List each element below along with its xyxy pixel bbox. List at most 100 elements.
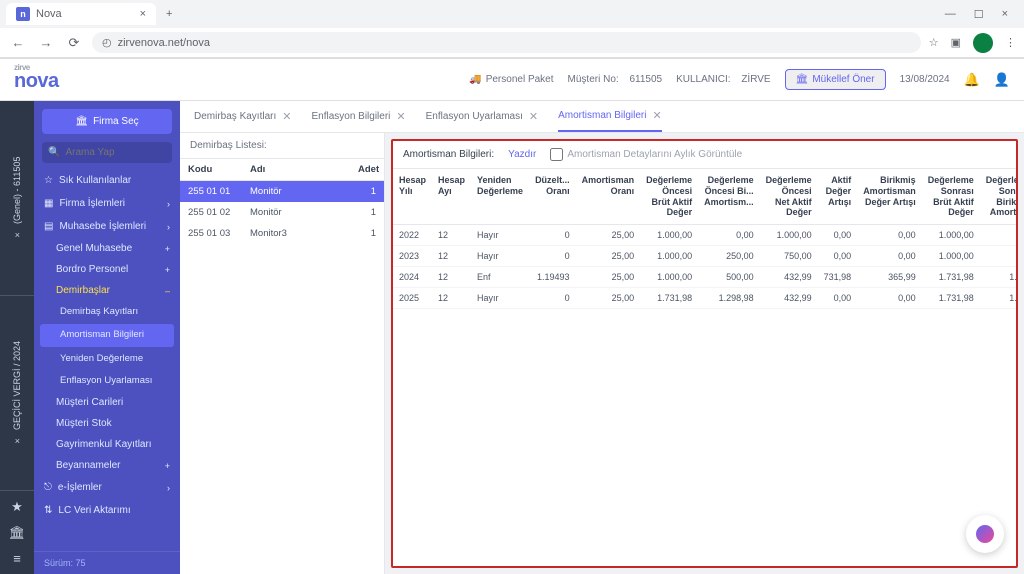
user-icon[interactable]: 👤: [994, 72, 1010, 88]
chat-icon: [976, 525, 994, 543]
building-icon: 🏛: [75, 116, 88, 127]
tab-close-icon[interactable]: ×: [140, 8, 146, 20]
new-tab-button[interactable]: +: [160, 8, 178, 20]
list-row[interactable]: 255 01 03 Monitor3 1: [180, 223, 384, 244]
doc-tab-enflasyon-bilgileri[interactable]: Enflasyon Bilgileri✕: [311, 109, 405, 132]
kullanici-label: KULLANICI: ZİRVE: [676, 74, 771, 85]
detail-col-header[interactable]: Değerleme Öncesi Bi... Amortism...: [698, 169, 760, 225]
nav-lc-veri[interactable]: ⇅LC Veri Aktarımı: [34, 499, 180, 522]
close-icon[interactable]: ✕: [652, 109, 661, 122]
window-minimize-icon[interactable]: —: [945, 8, 956, 21]
table-row[interactable]: 202412Enf1.1949325,001.000,00500,00432,9…: [393, 267, 1018, 288]
detail-col-header[interactable]: Değerleme Öncesi Brüt Aktif Değer: [640, 169, 698, 225]
nav-enflasyon-uyarlamasi[interactable]: Enflasyon Uyarlaması: [34, 370, 180, 392]
firma-sec-button[interactable]: 🏛 Firma Seç: [42, 109, 172, 134]
doc-tab-amortisman[interactable]: Amortisman Bilgileri✕: [558, 109, 662, 132]
list-title: Demirbaş Listesi:: [180, 133, 384, 159]
detail-col-header[interactable]: Değerleme Sonrası Birikmiş Amortism: [980, 169, 1018, 225]
musteri-no: Müşteri No: 611505: [568, 74, 663, 85]
app-logo[interactable]: zirve nova: [14, 66, 59, 93]
close-icon[interactable]: ×: [14, 436, 19, 446]
vert-tab-gecici[interactable]: × GEÇİCİ VERGİ / 2024: [0, 296, 34, 491]
nav-musteri-stok[interactable]: Müşteri Stok: [34, 413, 180, 434]
detail-col-header[interactable]: Değerleme Öncesi Net Aktif Değer: [760, 169, 818, 225]
detail-col-header[interactable]: Birikmiş Amortisman Değer Artışı: [857, 169, 922, 225]
package-icon: 🚚: [469, 74, 481, 85]
nav-amortisman-bilgileri[interactable]: Amortisman Bilgileri: [40, 324, 174, 346]
columns-icon[interactable]: 🏛: [9, 525, 26, 541]
amortisman-detail-panel: Amortisman Bilgileri: Yazdır Amortisman …: [391, 139, 1018, 568]
nav-gayrimenkul[interactable]: Gayrimenkul Kayıtları: [34, 434, 180, 455]
nav-musteri-carileri[interactable]: Müşteri Carileri: [34, 392, 180, 413]
close-icon[interactable]: ✕: [529, 110, 538, 123]
header-date: 13/08/2024: [900, 74, 950, 85]
detail-col-header[interactable]: Hesap Ayı: [432, 169, 471, 225]
detail-col-header[interactable]: Hesap Yılı: [393, 169, 432, 225]
close-icon[interactable]: ✕: [396, 110, 405, 123]
list-icon[interactable]: ≡: [13, 551, 21, 566]
app-header: zirve nova 🚚 Personel Paket Müşteri No: …: [0, 59, 1024, 101]
sidebar: 🏛 Firma Seç 🔍 ☆Sık Kullanılanlar ▦Firma …: [34, 101, 180, 574]
col-adi[interactable]: Adı: [242, 159, 350, 180]
chevron-right-icon: ›: [167, 199, 170, 209]
bell-icon[interactable]: 🔔: [964, 72, 980, 88]
document-tabs: Demirbaş Kayıtları✕ Enflasyon Bilgileri✕…: [180, 101, 1024, 133]
forward-icon[interactable]: →: [36, 33, 56, 53]
mukellef-oner-button[interactable]: 🏛 Mükellef Öner: [785, 69, 886, 90]
tab-title: Nova: [36, 8, 62, 20]
nav-sik-kullanilanlar[interactable]: ☆Sık Kullanılanlar: [34, 169, 180, 192]
doc-tab-enflasyon-uyarlamasi[interactable]: Enflasyon Uyarlaması✕: [426, 109, 538, 132]
search-input[interactable]: [65, 147, 197, 158]
menu-icon[interactable]: ⋮: [1005, 36, 1016, 49]
nav-bordro-personel[interactable]: Bordro Personel+: [34, 259, 180, 280]
nav-yeniden-degerleme[interactable]: Yeniden Değerleme: [34, 348, 180, 370]
list-row[interactable]: 255 01 01 Monitör 1: [180, 181, 384, 202]
nav-demirbas-kayitlari[interactable]: Demirbaş Kayıtları: [34, 301, 180, 323]
sidebar-search[interactable]: 🔍: [42, 142, 172, 163]
window-close-icon[interactable]: ×: [1002, 8, 1008, 21]
nav-beyannameler[interactable]: Beyannameler+: [34, 455, 180, 476]
nav-firma-islemleri[interactable]: ▦Firma İşlemleri›: [34, 192, 180, 215]
table-row[interactable]: 202312Hayır025,001.000,00250,00750,000,0…: [393, 246, 1018, 267]
nav-demirbaslar[interactable]: Demirbaşlar–: [34, 280, 180, 301]
chat-bubble-button[interactable]: [966, 515, 1004, 553]
close-icon[interactable]: ✕: [282, 110, 291, 123]
detail-title: Amortisman Bilgileri:: [403, 149, 494, 160]
personel-paket-label[interactable]: 🚚 Personel Paket: [469, 74, 553, 85]
table-row[interactable]: 202512Hayır025,001.731,981.298,98432,990…: [393, 288, 1018, 309]
profile-avatar[interactable]: [973, 33, 993, 53]
reload-icon[interactable]: ⟳: [64, 33, 84, 53]
nav-genel-muhasebe[interactable]: Genel Muhasebe+: [34, 238, 180, 259]
yazdir-button[interactable]: Yazdır: [508, 149, 536, 160]
url-text: zirvenova.net/nova: [118, 37, 210, 49]
nav-muhasebe-islemleri[interactable]: ▤Muhasebe İşlemleri›: [34, 215, 180, 238]
aylik-checkbox[interactable]: [550, 148, 563, 161]
col-kodu[interactable]: Kodu: [180, 159, 242, 180]
star-icon[interactable]: ★: [11, 499, 23, 515]
browser-chrome: n Nova × + — ☐ × ← → ⟳ ◴ zirvenova.net/n…: [0, 0, 1024, 59]
col-adet[interactable]: Adet: [350, 159, 384, 180]
detail-col-header[interactable]: Değerleme Sonrası Brüt Aktif Değer: [922, 169, 980, 225]
table-row[interactable]: 202212Hayır025,001.000,000,001.000,000,0…: [393, 225, 1018, 246]
address-bar[interactable]: ◴ zirvenova.net/nova: [92, 32, 921, 53]
doc-tab-demirbas[interactable]: Demirbaş Kayıtları✕: [194, 109, 291, 132]
detail-col-header[interactable]: Yeniden Değerleme: [471, 169, 529, 225]
vert-tab-genel[interactable]: × (Genel) - 611505: [0, 101, 34, 296]
star-icon[interactable]: ☆: [929, 36, 939, 49]
search-icon: 🔍: [48, 147, 60, 158]
browser-tab[interactable]: n Nova ×: [6, 3, 156, 25]
chevron-right-icon: ›: [167, 222, 170, 232]
site-info-icon[interactable]: ◴: [102, 36, 112, 49]
extension-icon[interactable]: ▣: [951, 36, 961, 49]
close-icon[interactable]: ×: [14, 230, 19, 240]
detail-col-header[interactable]: Aktif Değer Artışı: [818, 169, 858, 225]
aylik-goruntule-option[interactable]: Amortisman Detaylarını Aylık Görüntüle: [550, 148, 742, 161]
building-icon: 🏛: [796, 74, 809, 85]
detail-col-header[interactable]: Amortisman Oranı: [576, 169, 641, 225]
detail-col-header[interactable]: Düzelt... Oranı: [529, 169, 576, 225]
sidebar-version: Sürüm: 75: [34, 551, 180, 574]
window-maximize-icon[interactable]: ☐: [974, 8, 984, 21]
nav-eislemler[interactable]: ⎋e-İşlemler›: [34, 476, 180, 499]
back-icon[interactable]: ←: [8, 33, 28, 53]
list-row[interactable]: 255 01 02 Monitör 1: [180, 202, 384, 223]
